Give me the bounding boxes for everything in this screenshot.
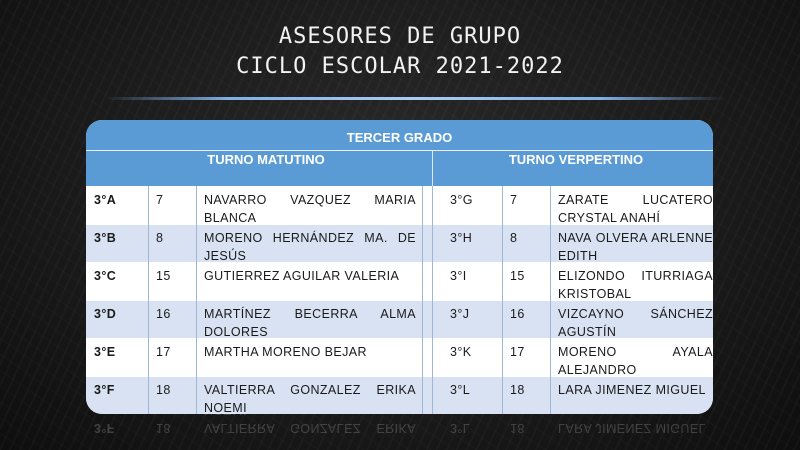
teacher-cell: LARA JIMENEZ MIGUEL — [558, 421, 706, 435]
teacher-cell: ELIZONDO ITURRIAGA KRISTOBAL — [558, 269, 713, 301]
teacher-cell: VALTIERRA GONZALEZ ERIKA NOEMI — [204, 412, 416, 435]
table-row: 3°A 7 NAVARRO VAZQUEZ MARIA BLANCA 3°G 7… — [86, 186, 713, 226]
table-row: 3°F 18 VALTIERRA GONZALEZ ERIKA NOEMI 3°… — [86, 376, 713, 414]
column-divider — [550, 186, 551, 414]
teacher-cell: VIZCAYNO SÁNCHEZ AGUSTÍN — [558, 307, 713, 339]
table-row: 3°C 15 GUTIERREZ AGUILAR VALERIA 3°I 15 … — [86, 262, 713, 302]
room-cell: 17 — [510, 345, 525, 359]
room-cell: 16 — [156, 307, 171, 321]
teacher-cell: NAVARRO VAZQUEZ MARIA BLANCA — [204, 193, 416, 225]
group-cell: 3°E — [94, 345, 116, 359]
reflection-row: 3°F 18 VALTIERRA GONZALEZ ERIKA NOEMI 3°… — [86, 412, 713, 441]
teacher-cell: MORENO HERNÁNDEZ MA. DE JESÚS — [204, 231, 416, 263]
shift-separator — [432, 151, 433, 186]
room-cell: 16 — [510, 307, 525, 321]
teacher-cell: LARA JIMENEZ MIGUEL — [558, 383, 706, 397]
group-cell: 3°D — [94, 307, 117, 321]
header-divider — [86, 150, 713, 151]
group-cell: 3°H — [450, 231, 473, 245]
group-cell: 3°F — [94, 421, 115, 435]
column-divider — [148, 186, 149, 414]
room-cell: 18 — [156, 421, 171, 435]
morning-shift-heading: TURNO MATUTINO — [207, 152, 325, 167]
group-cell: 3°F — [94, 383, 115, 397]
group-cell: 3°K — [450, 345, 472, 359]
teacher-cell: MARTHA MORENO BEJAR — [204, 345, 367, 359]
slide-title: ASESORES DE GRUPO — [278, 24, 522, 49]
advisors-table: TERCER GRADO TURNO MATUTINO TURNO VERPER… — [86, 120, 713, 414]
room-cell: 18 — [510, 383, 525, 397]
group-cell: 3°A — [94, 193, 117, 207]
table-row: 3°D 16 MARTÍNEZ BECERRA ALMA DOLORES 3°J… — [86, 300, 713, 340]
teacher-cell: GUTIERREZ AGUILAR VALERIA — [204, 269, 400, 283]
room-cell: 7 — [510, 193, 518, 207]
teacher-cell: NAVA OLVERA ARLENNE EDITH — [558, 231, 713, 263]
room-cell: 15 — [510, 269, 525, 283]
group-cell: 3°L — [450, 383, 471, 397]
group-cell: 3°I — [450, 269, 467, 283]
room-cell: 15 — [156, 269, 171, 283]
table-row: 3°B 8 MORENO HERNÁNDEZ MA. DE JESÚS 3°H … — [86, 224, 713, 264]
room-cell: 8 — [156, 231, 164, 245]
column-divider — [196, 186, 197, 414]
title-divider — [105, 97, 725, 100]
teacher-cell: ZARATE LUCATERO CRYSTAL ANAHÍ — [558, 193, 713, 225]
room-cell: 8 — [510, 231, 518, 245]
grade-heading: TERCER GRADO — [346, 130, 453, 145]
column-divider — [502, 186, 503, 414]
room-cell: 7 — [156, 193, 164, 207]
room-cell: 18 — [156, 383, 171, 397]
table-row: 3°E 17 MARTHA MORENO BEJAR 3°K 17 MORENO… — [86, 338, 713, 378]
group-cell: 3°L — [450, 421, 471, 435]
evening-shift-heading: TURNO VERPERTINO — [508, 152, 644, 167]
table-reflection: 3°F 18 VALTIERRA GONZALEZ ERIKA NOEMI 3°… — [86, 412, 713, 450]
column-divider — [422, 186, 423, 414]
column-divider — [432, 186, 433, 414]
slide-subtitle: CICLO ESCOLAR 2021-2022 — [236, 54, 564, 79]
teacher-cell: VALTIERRA GONZALEZ ERIKA NOEMI — [204, 383, 416, 414]
table-header: TERCER GRADO TURNO MATUTINO TURNO VERPER… — [86, 120, 713, 186]
room-cell: 18 — [510, 421, 525, 435]
group-cell: 3°C — [94, 269, 117, 283]
teacher-cell: MARTÍNEZ BECERRA ALMA DOLORES — [204, 307, 416, 339]
group-cell: 3°B — [94, 231, 117, 245]
room-cell: 17 — [156, 345, 171, 359]
teacher-cell: MORENO AYALA ALEJANDRO — [558, 345, 713, 377]
group-cell: 3°G — [450, 193, 473, 207]
group-cell: 3°J — [450, 307, 470, 321]
